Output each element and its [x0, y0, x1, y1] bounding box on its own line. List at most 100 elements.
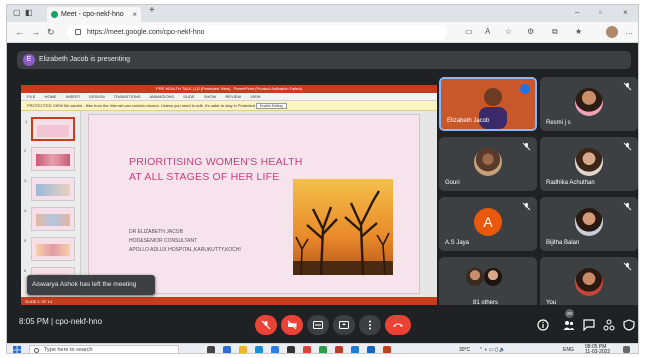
new-tab-button[interactable]: + [149, 6, 155, 16]
input-language[interactable]: ENG [563, 345, 574, 353]
tray-icons[interactable]: ⌃ ◐ ▭ ▯ 🔉 [479, 345, 505, 353]
close-window-button[interactable]: × [623, 8, 628, 18]
participant-tile[interactable]: 81 others [439, 257, 537, 311]
participant-name: Elizabeth Jacob [447, 118, 490, 124]
powerpoint-icon[interactable] [383, 346, 391, 353]
url-field[interactable]: https://meet.google.com/cpo-nekf-hno [67, 25, 447, 40]
system-clock[interactable]: 08:05 PM 11-03-2022 [585, 345, 610, 354]
back-icon[interactable]: ← [15, 27, 24, 37]
self-tile[interactable]: You [540, 257, 638, 311]
participant-photo [474, 148, 502, 176]
tab-meet[interactable]: Meet - cpo-nekf-hno × [47, 7, 141, 22]
slide-thumbnail: 2 [24, 147, 75, 171]
captions-button[interactable] [307, 315, 329, 335]
meeting-info: 8:05 PM | cpo-nekf-hno [19, 317, 102, 326]
app-icon[interactable] [223, 346, 231, 353]
mic-toggle-button[interactable] [255, 315, 277, 335]
participant-name: Gouri [445, 180, 460, 186]
windows-start-icon[interactable] [13, 346, 21, 354]
collections-icon[interactable]: ⧉ [552, 27, 558, 37]
file-explorer-icon[interactable] [239, 346, 247, 353]
leave-call-button[interactable] [385, 315, 411, 335]
workspaces-icon[interactable]: ◧ [25, 8, 33, 18]
minimize-button[interactable]: – [575, 8, 579, 18]
url-text: https://meet.google.com/cpo-nekf-hno [87, 29, 205, 36]
camera-permission-icon[interactable]: ▭ [465, 27, 473, 36]
taskbar-search-box[interactable]: Type here to search [29, 345, 179, 353]
participant-initial-avatar: A [474, 208, 502, 236]
store-icon[interactable] [255, 346, 263, 353]
participant-tile[interactable]: Resmi j s [540, 77, 638, 131]
meet-stage: E Elizabeth Jacob is presenting PRE HEAL… [7, 43, 638, 343]
more-options-button[interactable] [359, 315, 381, 335]
camera-toggle-button[interactable] [281, 315, 303, 335]
tab-strip: ▢ ◧ Meet - cpo-nekf-hno × + – ▫ × [7, 5, 638, 22]
app-icon[interactable] [287, 346, 295, 353]
host-controls-icon[interactable] [623, 319, 635, 331]
slide-thumbnail: 5 [24, 237, 75, 261]
more-menu-icon[interactable]: … [625, 27, 633, 36]
close-tab-icon[interactable]: × [132, 7, 137, 22]
participant-tile[interactable]: Radhika Achuthan [540, 137, 638, 191]
slide-thumbnail: 4 [24, 207, 75, 231]
activities-icon[interactable] [603, 319, 615, 331]
slide-title: PRIORITISING WOMEN'S HEALTH AT ALL STAGE… [129, 155, 309, 185]
meet-favicon-icon [51, 11, 58, 18]
present-now-button[interactable] [333, 315, 355, 335]
participant-name: A.S Jaya [445, 240, 470, 246]
extensions-icon[interactable]: ⚙ [527, 27, 534, 36]
info-icon[interactable] [537, 319, 549, 331]
left-meeting-toast: Aiswarya Ashok has left the meeting [27, 275, 155, 295]
participant-tile[interactable]: Elizabeth Jacob [439, 77, 537, 131]
enable-editing-button: Enable Editing [256, 103, 287, 109]
mic-off-icon [623, 142, 632, 151]
participant-tile[interactable]: Bijitha Balan [540, 197, 638, 251]
chrome-icon[interactable] [303, 346, 311, 353]
tab-title: Meet - cpo-nekf-hno [61, 11, 124, 18]
participant-photo [575, 148, 603, 176]
maximize-button[interactable]: ▫ [599, 8, 602, 18]
app-icon[interactable] [319, 346, 327, 353]
meeting-code: cpo-nekf-hno [55, 317, 103, 326]
notifications-icon[interactable] [623, 346, 630, 353]
reload-icon[interactable]: ↻ [47, 27, 55, 38]
search-placeholder: Type here to search [44, 347, 93, 353]
participant-photo [575, 268, 603, 296]
windows-taskbar: Type here to search 30°C ⌃ ◐ ▭ ▯ 🔉 ENG 0… [7, 343, 638, 354]
app-icon[interactable] [335, 346, 343, 353]
clock-date: 11-03-2022 [585, 349, 611, 354]
app-icon[interactable] [351, 346, 359, 353]
profile-avatar[interactable] [606, 26, 618, 38]
participant-tile[interactable]: A A.S Jaya [439, 197, 537, 251]
protected-view-bar: PROTECTED VIEW Be careful - files from t… [21, 101, 437, 111]
read-aloud-icon[interactable]: A [485, 27, 490, 36]
mic-off-icon [522, 142, 531, 151]
author-name: DR ELIZABETH JACOB [129, 229, 183, 235]
task-view-icon[interactable] [207, 346, 215, 353]
slide-thumbnail: 1 [25, 117, 75, 141]
search-icon [34, 348, 39, 353]
people-count-badge: 20 [565, 309, 574, 318]
camera-off-icon [287, 320, 297, 330]
presenting-text: Elizabeth Jacob is presenting [39, 56, 131, 63]
powerpoint-ribbon: FILE HOME INSERT DESIGN TRANSITIONS ANIM… [21, 93, 437, 101]
favorites-bar-icon[interactable]: ★ [575, 27, 582, 36]
participant-tile[interactable]: Gouri [439, 137, 537, 191]
participant-photo [466, 268, 485, 286]
captions-icon [313, 321, 323, 329]
participant-photo [575, 88, 603, 116]
sunset-trees-image [293, 179, 393, 275]
slide-author-block: DR ELIZABETH JACOB HOD&SENIOR CONSULTANT… [129, 228, 319, 255]
window-menu-icon[interactable]: ▢ [13, 8, 21, 18]
favorite-star-icon[interactable]: ☆ [505, 27, 512, 36]
people-icon[interactable] [563, 319, 575, 331]
author-title: HOD&SENIOR CONSULTANT [129, 238, 198, 244]
speaking-indicator-icon [520, 84, 530, 94]
meeting-time: 8:05 PM [19, 317, 49, 326]
mic-off-icon [261, 320, 271, 330]
chat-icon[interactable] [583, 319, 595, 331]
forward-icon[interactable]: → [31, 27, 40, 37]
edge-icon[interactable] [271, 346, 279, 353]
word-icon[interactable] [367, 346, 375, 353]
weather-temp[interactable]: 30°C [459, 345, 470, 353]
